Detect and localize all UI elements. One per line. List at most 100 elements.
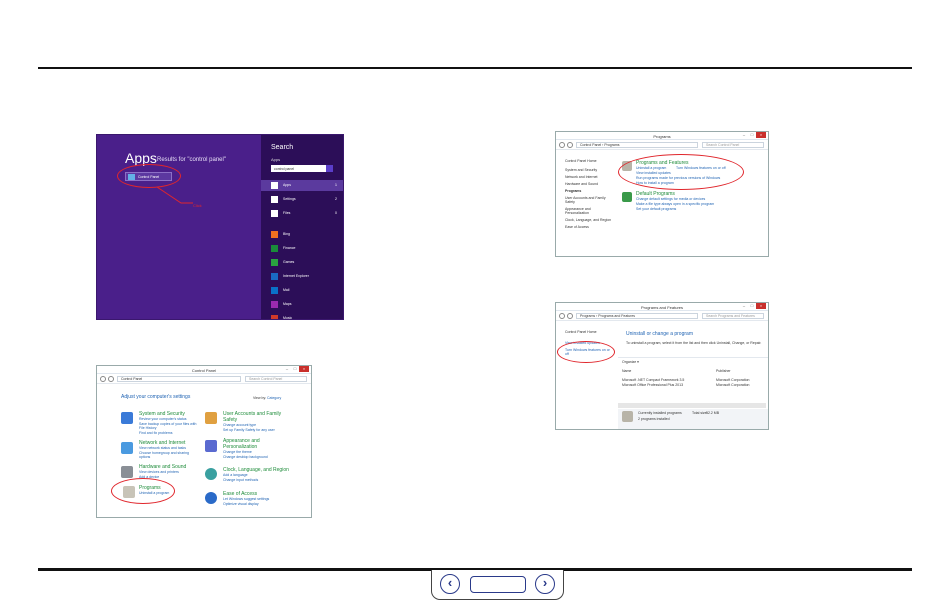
pane-row-settings[interactable]: Settings 2	[261, 194, 343, 205]
games-icon	[271, 259, 278, 266]
close-icon[interactable]: ×	[756, 132, 766, 138]
row-count: 0	[335, 211, 337, 215]
address-bar: Control Panel Search Control Panel	[97, 374, 311, 384]
sublink[interactable]: Change input methods	[223, 478, 258, 482]
title-bar: Programs – □ ×	[556, 132, 768, 140]
side-link[interactable]: Control Panel Home	[565, 330, 597, 334]
pane-row-games[interactable]: Games	[261, 257, 343, 268]
page-heading: Adjust your computer's settings	[121, 394, 191, 400]
maximize-icon[interactable]: □	[748, 303, 756, 309]
address-path[interactable]: Programs › Programs and Features	[576, 313, 698, 319]
search-title: Search	[271, 144, 294, 151]
minimize-icon[interactable]: –	[283, 366, 291, 372]
pane-row-apps[interactable]: Apps 1	[261, 180, 343, 191]
address-path[interactable]: Control Panel › Programs	[576, 142, 698, 148]
sublink[interactable]: Change desktop background	[223, 455, 268, 459]
row-count: 2	[335, 197, 337, 201]
appearance-link[interactable]: Appearance and Personalization	[223, 438, 285, 450]
side-link[interactable]: Network and Internet	[565, 175, 598, 179]
back-icon[interactable]	[100, 376, 106, 382]
search-icon[interactable]	[326, 165, 333, 172]
row-label: Mail	[283, 288, 290, 292]
close-icon[interactable]: ×	[299, 366, 309, 372]
forward-icon[interactable]	[108, 376, 114, 382]
printer-icon	[121, 466, 133, 478]
scrollbar[interactable]	[618, 403, 766, 408]
back-icon[interactable]	[559, 142, 565, 148]
forward-icon[interactable]	[567, 142, 573, 148]
side-link[interactable]: User Accounts and Family Safety	[565, 196, 613, 204]
sublink[interactable]: Let Windows suggest settings	[223, 497, 269, 501]
chevron-right-icon[interactable]: ›	[535, 574, 555, 594]
row-label: Settings	[283, 197, 296, 201]
sublink[interactable]: Review your computer's status	[139, 417, 187, 421]
pane-row-mail[interactable]: Mail	[261, 285, 343, 296]
pane-row-bing[interactable]: Bing	[261, 229, 343, 240]
address-bar: Control Panel › Programs Search Control …	[556, 140, 768, 150]
sublink[interactable]: Make a file type always open in a specif…	[636, 202, 714, 206]
maximize-icon[interactable]: □	[291, 366, 299, 372]
page-number-box[interactable]	[470, 576, 526, 593]
row-label: Bing	[283, 232, 291, 236]
programs-screenshot: Programs – □ × Control Panel › Programs Se…	[555, 131, 769, 257]
sublink[interactable]: Find and fix problems	[139, 431, 172, 435]
page-navigation: ‹ ›	[431, 570, 564, 600]
window-controls: – □ ×	[283, 366, 309, 372]
maximize-icon[interactable]: □	[748, 132, 756, 138]
sublink[interactable]: Choose homegroup and sharing options	[139, 451, 199, 459]
pane-row-ie[interactable]: Internet Explorer	[261, 271, 343, 282]
user-accounts-link[interactable]: User Accounts and Family Safety	[223, 411, 285, 423]
row-count: 1	[335, 183, 337, 187]
search-input[interactable]: Search Control Panel	[702, 142, 764, 148]
search-input[interactable]: Search Programs and Features	[702, 313, 764, 319]
address-bar: Programs › Programs and Features Search …	[556, 311, 768, 321]
column-publisher[interactable]: Publisher	[716, 369, 731, 373]
window-title: Programs	[653, 133, 671, 139]
side-link[interactable]: Hardware and Sound	[565, 182, 598, 186]
sublink[interactable]: View network status and tasks	[139, 446, 186, 450]
highlight-ring	[111, 478, 175, 504]
side-link[interactable]: Control Panel Home	[565, 159, 597, 163]
pane-row-finance[interactable]: Finance	[261, 243, 343, 254]
clock-icon	[205, 468, 217, 480]
search-input[interactable]: control panel	[271, 165, 333, 172]
sublink[interactable]: Set up Family Safety for any user	[223, 428, 275, 432]
sublink[interactable]: Save backup copies of your files with Fi…	[139, 422, 199, 430]
minimize-icon[interactable]: –	[740, 132, 748, 138]
side-link[interactable]: Clock, Language, and Region	[565, 218, 611, 222]
pane-row-maps[interactable]: Maps	[261, 299, 343, 310]
sublink[interactable]: View devices and printers	[139, 470, 179, 474]
chevron-left-icon[interactable]: ‹	[440, 574, 460, 594]
apps-icon	[271, 182, 278, 189]
side-link[interactable]: System and Security	[565, 168, 597, 172]
pane-row-files[interactable]: Files 0	[261, 208, 343, 219]
maps-icon	[271, 301, 278, 308]
organize-button[interactable]: Organize ▾	[622, 360, 639, 364]
forward-icon[interactable]	[567, 313, 573, 319]
sublink[interactable]: Set your default programs	[636, 207, 676, 211]
page-heading: Uninstall or change a program	[626, 331, 693, 337]
view-by-select[interactable]: Category	[267, 396, 281, 400]
window-controls: – □ ×	[740, 132, 766, 138]
minimize-icon[interactable]: –	[740, 303, 748, 309]
side-link[interactable]: Ease of Access	[565, 225, 589, 229]
table-row[interactable]: Microsoft Office Professional Plus 2013	[622, 383, 683, 387]
music-icon	[271, 315, 278, 319]
sublink[interactable]: Change the theme	[223, 450, 252, 454]
ease-of-access-icon	[205, 492, 217, 504]
close-icon[interactable]: ×	[756, 303, 766, 309]
address-path[interactable]: Control Panel	[117, 376, 241, 382]
sublink[interactable]: Change default settings for media or dev…	[636, 197, 705, 201]
search-input[interactable]: Search Control Panel	[245, 376, 307, 382]
sublink[interactable]: Optimize visual display	[223, 502, 259, 506]
column-name[interactable]: Name	[622, 369, 631, 373]
sublink[interactable]: Change account type	[223, 423, 256, 427]
pane-row-music[interactable]: Music	[261, 313, 343, 319]
side-link[interactable]: Appearance and Personalization	[565, 207, 613, 215]
sublink[interactable]: Add a language	[223, 473, 248, 477]
back-icon[interactable]	[559, 313, 565, 319]
description: To uninstall a program, select it from t…	[626, 341, 762, 345]
side-link-active[interactable]: Programs	[565, 189, 581, 193]
click-note: Click	[193, 203, 202, 208]
table-row[interactable]: Microsoft .NET Compact Framework 3.5	[622, 378, 684, 382]
